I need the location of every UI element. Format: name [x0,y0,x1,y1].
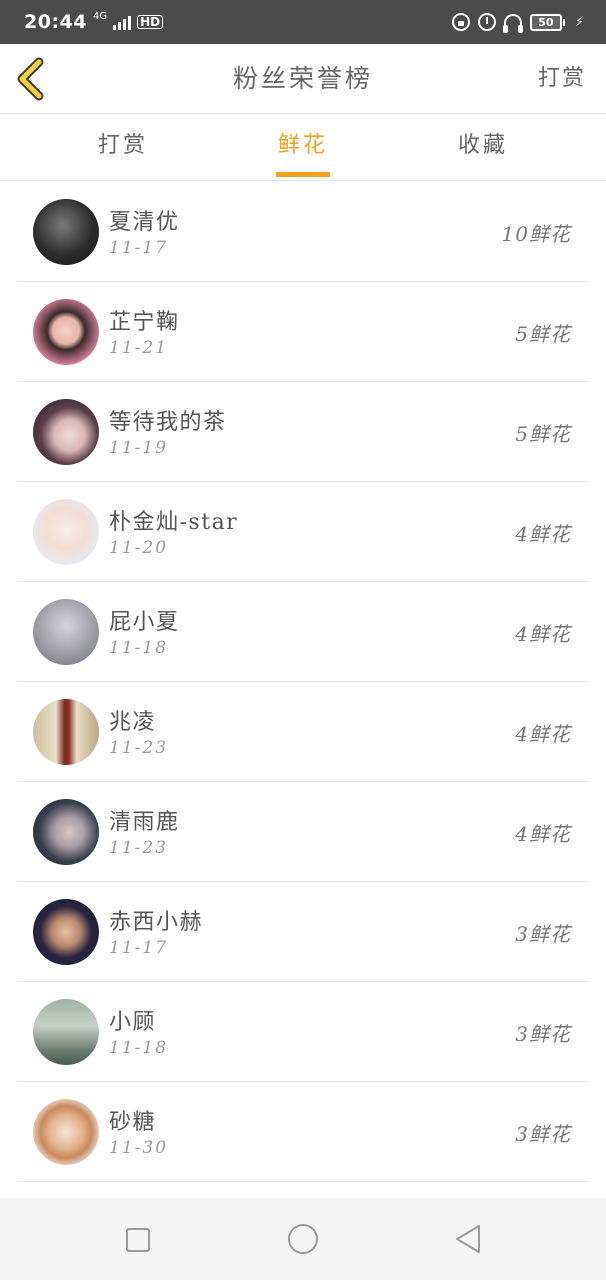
fan-date: 11-30 [109,1138,169,1158]
fan-date: 11-23 [109,838,169,858]
fan-name: 等待我的茶 [109,410,227,435]
fan-date: 11-23 [109,738,169,758]
fan-name: 芷宁鞠 [109,310,180,335]
lock-icon [451,13,470,31]
signal-icon [113,14,132,30]
tab-bar: 打赏 鲜花 收藏 [0,115,606,181]
flower-count: 5鲜花 [515,322,571,346]
fan-list: 夏清优 11-17 10鲜花 芷宁鞠 11-21 5鲜花 等待我的茶 11-19… [17,182,589,1182]
recent-apps-icon[interactable] [126,1228,150,1252]
flower-count: 3鲜花 [515,922,571,946]
avatar [33,899,99,965]
flower-count: 4鲜花 [515,522,571,546]
flower-count: 5鲜花 [515,422,571,446]
avatar [33,999,99,1065]
list-item[interactable]: 芷宁鞠 11-21 5鲜花 [17,282,589,382]
list-item[interactable]: 等待我的茶 11-19 5鲜花 [17,382,589,482]
list-item[interactable]: 小顾 11-18 3鲜花 [17,982,589,1082]
list-item[interactable]: 兆凌 11-23 4鲜花 [17,682,589,782]
list-item[interactable]: 夏清优 11-17 10鲜花 [17,182,589,282]
status-bar: 20:44 4G HD 50 ⚡ [0,0,606,44]
fan-name: 小顾 [109,1010,157,1035]
tab-favorites[interactable]: 收藏 [423,115,543,181]
fan-date: 11-18 [109,638,169,658]
fan-name: 朴金灿-star [109,510,239,535]
home-icon[interactable] [288,1224,318,1254]
fan-date: 11-17 [109,938,169,958]
fan-name: 屁小夏 [109,610,180,635]
battery-icon: 50 [529,13,565,31]
list-item[interactable]: 屁小夏 11-18 4鲜花 [17,582,589,682]
status-left: 20:44 4G HD [24,11,164,33]
avatar [33,499,99,565]
fan-name: 兆凌 [109,710,157,735]
avatar [33,599,99,665]
avatar [33,299,99,365]
flower-count: 4鲜花 [515,622,571,646]
avatar [33,199,99,265]
system-nav-bar [0,1198,606,1280]
fan-name: 清雨鹿 [109,810,180,835]
fan-name: 夏清优 [109,210,180,235]
list-item[interactable]: 赤西小赫 11-17 3鲜花 [17,882,589,982]
fan-date: 11-21 [109,338,169,358]
avatar [33,799,99,865]
hd-badge: HD [137,15,164,29]
flower-count: 4鲜花 [515,822,571,846]
fan-date: 11-17 [109,238,169,258]
charging-icon: ⚡ [574,14,584,30]
fan-date: 11-18 [109,1038,169,1058]
list-item[interactable]: 清雨鹿 11-23 4鲜花 [17,782,589,882]
tab-reward[interactable]: 打赏 [63,115,183,181]
avatar [33,699,99,765]
fan-date: 11-19 [109,438,169,458]
battery-level: 50 [529,13,562,31]
avatar [33,399,99,465]
flower-count: 3鲜花 [515,1122,571,1146]
list-item[interactable]: 砂糖 11-30 3鲜花 [17,1082,589,1182]
status-right: 50 ⚡ [451,13,584,33]
header: 粉丝荣誉榜 打赏 [0,44,606,114]
status-time: 20:44 [24,11,87,33]
network-type: 4G [92,11,108,22]
alarm-icon [477,13,496,31]
active-tab-indicator [276,172,330,177]
flower-count: 4鲜花 [515,722,571,746]
avatar [33,1099,99,1165]
fan-name: 砂糖 [109,1110,157,1135]
fan-name: 赤西小赫 [109,910,204,935]
back-icon[interactable] [454,1224,482,1254]
reward-button[interactable]: 打赏 [538,44,586,114]
headphone-icon [502,13,523,33]
page-title: 粉丝荣誉榜 [232,64,373,93]
list-item[interactable]: 朴金灿-star 11-20 4鲜花 [17,482,589,582]
fan-date: 11-20 [109,538,169,558]
flower-count: 10鲜花 [501,222,571,246]
flower-count: 3鲜花 [515,1022,571,1046]
